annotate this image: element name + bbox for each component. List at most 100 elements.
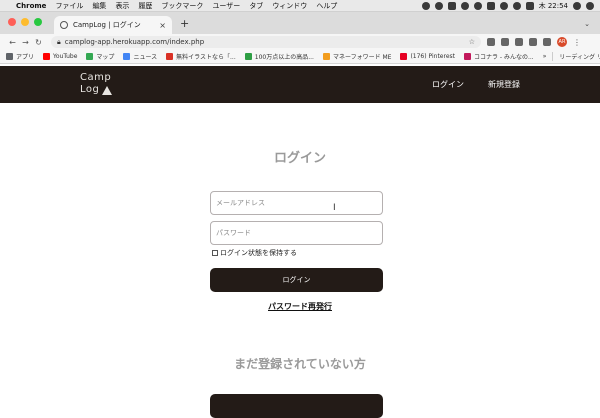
login-button[interactable]: ログイン [210,268,383,292]
menu-tab[interactable]: タブ [249,1,263,11]
green-square-icon [244,53,252,60]
line-icon[interactable] [434,1,443,10]
remember-checkbox[interactable] [212,250,218,256]
bookmark-label: ココナラ - みんなの... [474,54,534,61]
address-bar[interactable]: 🔒︎ camplog-app.herokuapp.com/index.php ☆ [51,36,481,48]
menu-clock[interactable]: 木 22:54 [539,1,568,11]
maps-pin-icon [86,53,94,60]
bookmark-moneyforward[interactable]: マネーフォワード ME [322,52,392,61]
register-heading: まだ登録されていない方 [234,357,366,371]
menu-window[interactable]: ウィンドウ [272,1,307,11]
menu-file[interactable]: ファイル [55,1,83,11]
email-field[interactable] [210,191,383,215]
reload-icon[interactable]: ↻ [32,38,45,47]
bookmark-label: マネーフォワード ME [332,54,392,61]
browser-tab-strip: CampLog | ログイン × + ⌄ [0,12,600,34]
status-area: 木 22:54 [421,1,600,11]
bookmark-coconala[interactable]: ココナラ - みんなの... [464,52,534,61]
menu-bookmarks[interactable]: ブックマーク [161,1,203,11]
chrome-menu-icon[interactable]: ⋮ [573,38,581,47]
header-nav: ログイン 新規登録 [432,79,520,90]
bookmark-label: ニュース [133,54,158,61]
a-logo-icon [166,53,174,60]
macos-menu-bar: Chrome ファイル 編集 表示 履歴 ブックマーク ユーザー タブ ウィンド… [0,0,600,12]
media-icon[interactable] [543,38,551,46]
apps-grid-icon [6,53,13,60]
menu-edit[interactable]: 編集 [92,1,106,11]
bookmark-youtube[interactable]: YouTube [43,53,77,60]
menu-view[interactable]: 表示 [115,1,129,11]
bookmark-stock-photos[interactable]: 100万点以上の高品... [244,52,314,61]
profile-avatar[interactable]: AR [557,37,567,47]
time-machine-icon[interactable] [499,1,508,10]
bookmark-pinterest[interactable]: (176) Pinterest [400,53,455,60]
window-close-icon[interactable] [8,18,16,26]
bookmark-maps[interactable]: マップ [86,52,114,61]
login-title: ログイン [273,151,326,166]
google-drive-icon[interactable] [460,1,469,10]
bookmark-label: 無料イラストなら「... [176,54,236,61]
evernote-icon[interactable] [447,1,456,10]
menu-history[interactable]: 履歴 [138,1,152,11]
window-minimize-icon[interactable] [21,18,29,26]
remember-label: ログイン状態を保持する [220,249,297,257]
reading-list-button[interactable]: リーディング リスト [552,52,600,61]
extensions-area: AR ⋮ [487,37,581,47]
nav-signup-link[interactable]: 新規登録 [488,79,520,90]
new-tab-button[interactable]: + [180,17,189,30]
browser-toolbar: ← → ↻ 🔒︎ camplog-app.herokuapp.com/index… [0,34,600,50]
bookmark-apps[interactable]: アプリ [6,52,34,61]
control-center-icon[interactable] [586,1,594,10]
forgot-password-row: パスワード再発行 [0,301,600,312]
bookmarks-overflow-button[interactable]: » [543,53,547,60]
moneyforward-icon [322,53,330,60]
cloud-icon[interactable] [473,1,482,10]
extension-pen-icon[interactable] [487,38,495,46]
bookmark-label: アプリ [16,54,35,61]
text-cursor-icon: I [333,203,336,213]
main-content: ログイン I ログイン状態を保持する ログイン パスワード再発行 まだ登録されて… [0,103,600,418]
record-icon[interactable] [421,1,430,10]
camplog-logo[interactable]: Camp Log [80,70,114,100]
reading-list-label: リーディング リスト [559,54,600,61]
search-icon[interactable] [573,1,581,10]
bookmark-label: YouTube [53,53,78,60]
signup-button[interactable] [210,394,383,418]
bookmark-news[interactable]: ニュース [123,52,157,61]
logo-text-camp: Camp [80,72,112,83]
extensions-puzzle-icon[interactable] [529,38,537,46]
bookmarks-bar: アプリ YouTube マップ ニュース 無料イラストなら「... 100万点以… [0,50,600,64]
tab-close-icon[interactable]: × [159,21,166,30]
wifi-icon[interactable] [512,1,521,10]
bookmark-label: 100万点以上の高品... [254,54,314,61]
window-maximize-icon[interactable] [34,18,42,26]
menu-app-name[interactable]: Chrome [16,2,46,10]
forward-icon[interactable]: → [19,38,32,47]
coconala-icon [464,53,471,60]
lock-icon[interactable]: 🔒︎ [57,38,61,47]
site-header: Camp Log ログイン 新規登録 [0,66,600,103]
tab-search-icon[interactable]: ⌄ [584,20,590,28]
tent-icon [102,86,112,95]
password-field[interactable] [210,221,383,245]
clipboard-icon[interactable] [486,1,495,10]
globe-icon [60,21,68,29]
nav-login-link[interactable]: ログイン [432,79,464,90]
back-icon[interactable]: ← [6,38,19,47]
tab-title: CampLog | ログイン [73,21,141,29]
remember-me[interactable]: ログイン状態を保持する [212,248,297,258]
forgot-password-link[interactable]: パスワード再発行 [268,302,332,311]
menu-profiles[interactable]: ユーザー [212,1,240,11]
extension-camera-icon[interactable] [501,38,509,46]
bookmark-star-icon[interactable]: ☆ [469,38,475,46]
bookmark-label: マップ [96,54,115,61]
menu-help[interactable]: ヘルプ [316,1,337,11]
active-tab[interactable]: CampLog | ログイン × [54,16,172,34]
youtube-icon [43,53,51,60]
logo-text-log: Log [80,84,100,95]
extension-gear-icon[interactable] [515,38,523,46]
battery-icon[interactable] [525,1,534,10]
bookmark-free-illustrations[interactable]: 無料イラストなら「... [166,52,236,61]
window-controls [0,18,42,34]
url-text[interactable]: camplog-app.herokuapp.com/index.php [65,38,469,46]
